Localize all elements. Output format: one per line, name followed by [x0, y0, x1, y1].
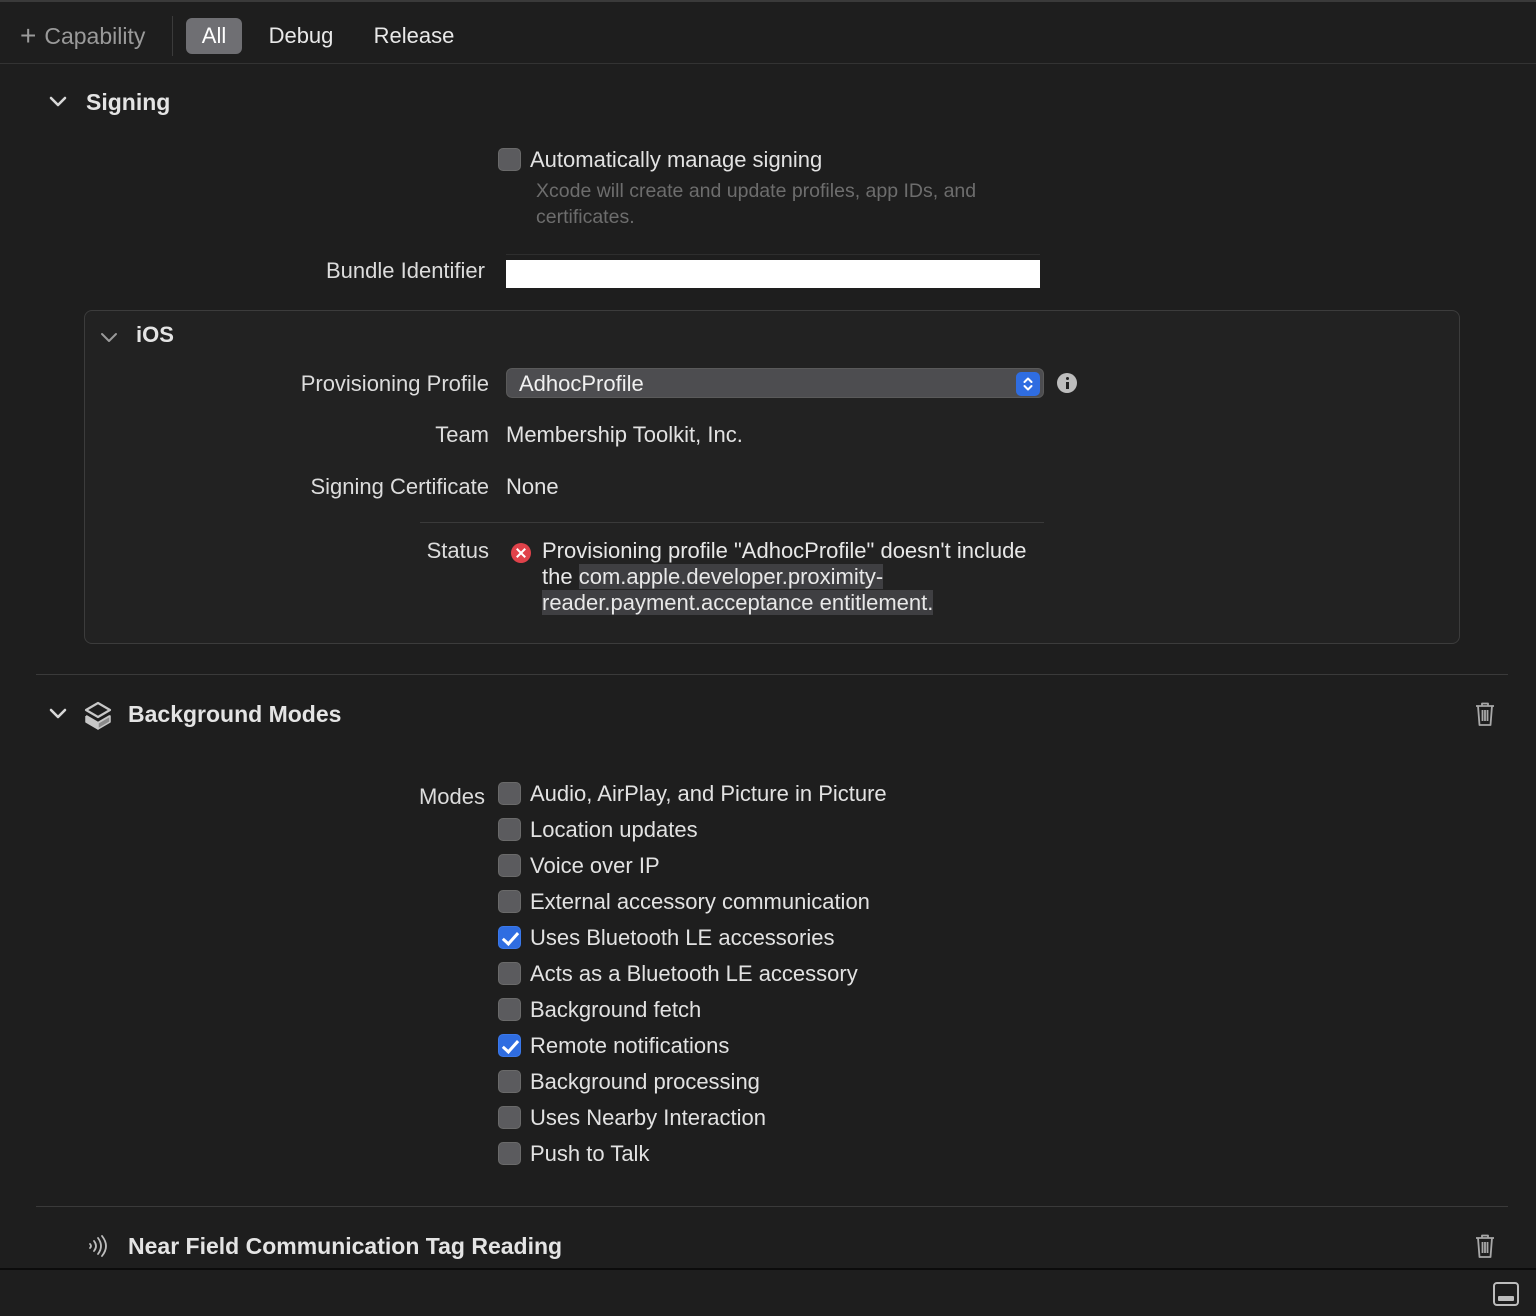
- add-capability-label: Capability: [44, 22, 146, 49]
- mode-background-processing-checkbox[interactable]: [498, 1070, 521, 1093]
- nfc-waves-icon: [86, 1234, 110, 1258]
- mode-background-fetch-checkbox[interactable]: [498, 998, 521, 1021]
- section-divider-2: [36, 1206, 1508, 1207]
- plus-icon: +: [20, 20, 37, 51]
- popup-up-down-arrows-icon: [1016, 372, 1040, 396]
- mode-voip-label: Voice over IP: [530, 853, 660, 878]
- mode-remote-notifications-checkbox[interactable]: [498, 1034, 521, 1057]
- modes-label: Modes: [418, 784, 485, 809]
- automatically-manage-signing-checkbox[interactable]: [498, 148, 521, 171]
- background-modes-layers-icon: [84, 701, 112, 731]
- ios-disclosure-chevron-icon[interactable]: [100, 328, 118, 346]
- automatically-manage-signing-help: Xcode will create and update profiles, a…: [536, 180, 977, 228]
- tab-debug[interactable]: Debug: [256, 18, 346, 54]
- signing-section-title: Signing: [86, 89, 171, 115]
- signing-certificate-label: Signing Certificate: [310, 474, 489, 499]
- bundle-identifier-field[interactable]: [506, 260, 1040, 288]
- team-value: Membership Toolkit, Inc.: [506, 422, 743, 447]
- provisioning-profile-popup[interactable]: AdhocProfile: [506, 368, 1044, 398]
- status-divider: [420, 522, 1044, 523]
- mode-external-accessory-checkbox[interactable]: [498, 890, 521, 913]
- mode-background-processing-label: Background processing: [530, 1069, 760, 1094]
- mode-voip-checkbox[interactable]: [498, 854, 521, 877]
- info-icon[interactable]: [1057, 373, 1077, 393]
- status-message: Provisioning profile "AdhocProfile" does…: [542, 538, 1044, 616]
- delete-nfc-trash-icon[interactable]: [1474, 1233, 1496, 1259]
- background-modes-disclosure-chevron-icon[interactable]: [49, 705, 67, 723]
- mode-push-to-talk-checkbox[interactable]: [498, 1142, 521, 1165]
- mode-external-accessory-label: External accessory communication: [530, 889, 870, 914]
- signing-certificate-value: None: [506, 474, 559, 499]
- bundle-identifier-topline: [506, 254, 1040, 255]
- mode-bluetooth-le-central-checkbox[interactable]: [498, 926, 521, 949]
- provisioning-profile-label: Provisioning Profile: [300, 371, 489, 396]
- mode-audio-checkbox[interactable]: [498, 782, 521, 805]
- error-icon: [511, 543, 531, 563]
- nfc-section-title: Near Field Communication Tag Reading: [128, 1233, 563, 1259]
- automatically-manage-signing-label: Automatically manage signing: [530, 147, 823, 172]
- mode-push-to-talk-label: Push to Talk: [530, 1141, 650, 1166]
- bottom-bar: [0, 1268, 1536, 1316]
- status-entitlement-highlight: com.apple.developer.proximity-reader.pay…: [542, 564, 934, 615]
- background-modes-title: Background Modes: [128, 701, 342, 727]
- tab-release[interactable]: Release: [362, 18, 466, 54]
- toggle-bottom-panel-icon[interactable]: [1493, 1282, 1519, 1306]
- mode-location-updates-label: Location updates: [530, 817, 698, 842]
- ios-section-title: iOS: [136, 322, 174, 347]
- mode-audio-label: Audio, AirPlay, and Picture in Picture: [530, 781, 887, 806]
- section-divider: [36, 674, 1508, 675]
- mode-bluetooth-le-central-label: Uses Bluetooth LE accessories: [530, 925, 835, 950]
- add-capability-button[interactable]: + Capability: [20, 20, 145, 52]
- tab-all[interactable]: All: [186, 18, 242, 54]
- delete-background-modes-trash-icon[interactable]: [1474, 701, 1496, 727]
- mode-nearby-interaction-checkbox[interactable]: [498, 1106, 521, 1129]
- mode-bluetooth-le-peripheral-checkbox[interactable]: [498, 962, 521, 985]
- mode-bluetooth-le-peripheral-label: Acts as a Bluetooth LE accessory: [530, 961, 858, 986]
- mode-nearby-interaction-label: Uses Nearby Interaction: [530, 1105, 766, 1130]
- team-label: Team: [435, 422, 489, 447]
- provisioning-profile-value: AdhocProfile: [519, 371, 644, 396]
- mode-remote-notifications-label: Remote notifications: [530, 1033, 730, 1058]
- signing-disclosure-chevron-icon[interactable]: [49, 93, 67, 111]
- mode-location-updates-checkbox[interactable]: [498, 818, 521, 841]
- toolbar-divider: [172, 16, 173, 56]
- status-label: Status: [426, 538, 489, 563]
- bundle-identifier-label: Bundle Identifier: [326, 258, 485, 283]
- mode-background-fetch-label: Background fetch: [530, 997, 702, 1022]
- capabilities-toolbar: + Capability All Debug Release: [0, 0, 1536, 64]
